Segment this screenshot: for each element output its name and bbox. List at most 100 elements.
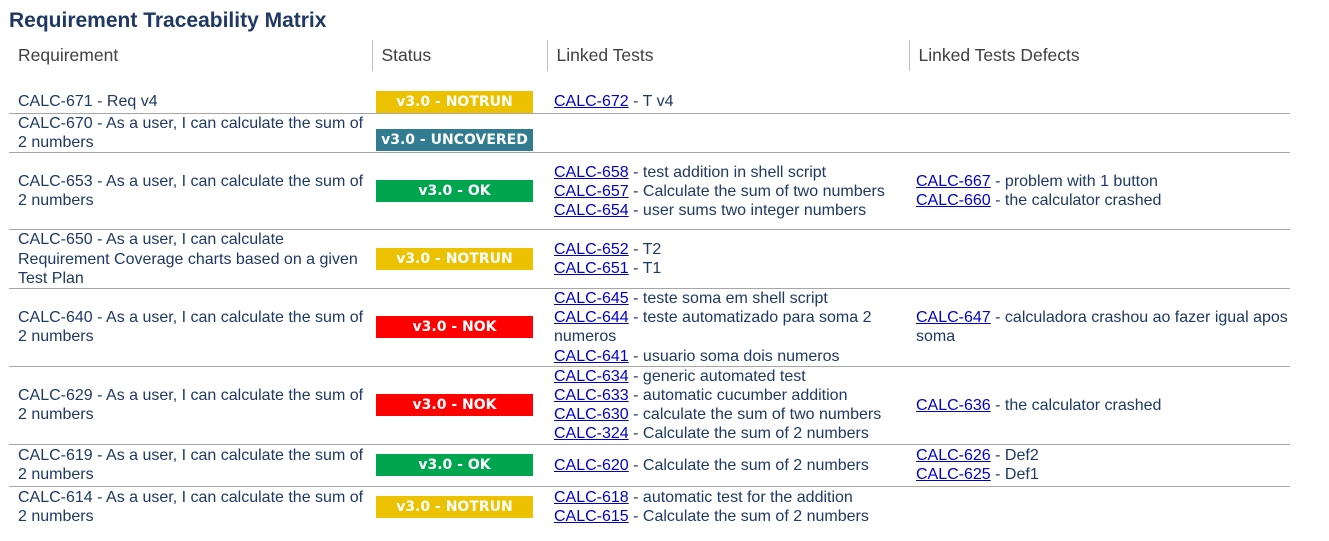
- status-badge: v3.0 - OK: [376, 180, 533, 203]
- linked-defects-cell: CALC-647 - calculadora crashou ao fazer …: [909, 289, 1290, 367]
- test-item: CALC-658 - test addition in shell script: [554, 163, 909, 182]
- test-summary: - automatic cucumber addition: [628, 387, 848, 405]
- test-link[interactable]: CALC-634: [554, 368, 629, 385]
- status-badge: v3.0 - NOTRUN: [376, 496, 533, 519]
- requirement-cell: CALC-650 - As a user, I can calculate Re…: [18, 231, 358, 287]
- linked-defects-cell: CALC-667 - problem with 1 button CALC-66…: [909, 153, 1290, 230]
- table-row: CALC-671 - Req v4 v3.0 - NOTRUN CALC-672…: [9, 71, 1290, 114]
- defect-link[interactable]: CALC-626: [916, 447, 991, 464]
- header-linked-defects: Linked Tests Defects: [908, 40, 1290, 71]
- test-summary: - usuario soma dois numeros: [628, 347, 840, 365]
- linked-tests-cell: CALC-645 - teste soma em shell script CA…: [547, 289, 909, 367]
- test-link[interactable]: CALC-652: [554, 241, 629, 258]
- traceability-table: Requirement Status Linked Tests Linked T…: [9, 40, 1290, 528]
- test-link[interactable]: CALC-324: [554, 425, 629, 442]
- status-cell: v3.0 - OK: [372, 153, 547, 230]
- linked-tests-cell: CALC-620 - Calculate the sum of 2 number…: [547, 444, 909, 486]
- table-row: CALC-619 - As a user, I can calculate th…: [9, 444, 1290, 487]
- linked-tests-cell: CALC-672 - T v4: [547, 71, 909, 114]
- test-item: CALC-651 - T1: [554, 259, 909, 278]
- status-badge: v3.0 - NOK: [376, 316, 533, 339]
- header-requirement: Requirement: [18, 44, 119, 65]
- test-summary: - Calculate the sum of two numbers: [628, 182, 885, 200]
- test-summary: - test addition in shell script: [628, 163, 827, 181]
- test-summary: - T2: [628, 241, 662, 258]
- linked-defects-cell: [909, 114, 1290, 153]
- status-cell: v3.0 - NOTRUN: [372, 71, 547, 114]
- defect-summary: - the calculator crashed: [990, 396, 1162, 414]
- test-item: CALC-324 - Calculate the sum of 2 number…: [554, 424, 909, 443]
- test-item: CALC-654 - user sums two integer numbers: [554, 201, 909, 220]
- defect-link[interactable]: CALC-647: [916, 309, 991, 326]
- defect-summary: - Def1: [990, 466, 1039, 484]
- requirement-cell: CALC-653 - As a user, I can calculate th…: [18, 173, 364, 210]
- requirement-cell: CALC-670 - As a user, I can calculate th…: [18, 115, 364, 152]
- test-item: CALC-644 - teste automatizado para soma …: [554, 308, 909, 346]
- test-item: CALC-672 - T v4: [554, 92, 909, 111]
- requirement-cell: CALC-619 - As a user, I can calculate th…: [18, 446, 364, 484]
- test-summary: - Calculate the sum of 2 numbers: [628, 425, 869, 443]
- table-row: CALC-614 - As a user, I can calculate th…: [9, 486, 1290, 528]
- test-summary: - T1: [628, 260, 662, 278]
- test-link[interactable]: CALC-630: [554, 406, 629, 423]
- test-item: CALC-630 - calculate the sum of two numb…: [554, 405, 909, 424]
- linked-defects-cell: [909, 71, 1290, 114]
- linked-defects-cell: CALC-636 - the calculator crashed: [909, 366, 1290, 444]
- test-summary: - Calculate the sum of 2 numbers: [628, 456, 869, 474]
- requirement-cell: CALC-671 - Req v4: [18, 93, 158, 111]
- status-badge: v3.0 - UNCOVERED: [376, 129, 533, 152]
- test-item: CALC-620 - Calculate the sum of 2 number…: [554, 456, 909, 475]
- test-item: CALC-634 - generic automated test: [554, 367, 909, 386]
- test-link[interactable]: CALC-657: [554, 183, 629, 200]
- status-cell: v3.0 - NOK: [372, 289, 547, 367]
- test-item: CALC-618 - automatic test for the additi…: [554, 488, 909, 507]
- linked-tests-cell: CALC-658 - test addition in shell script…: [547, 153, 909, 230]
- test-link[interactable]: CALC-620: [554, 457, 629, 474]
- requirement-cell: CALC-629 - As a user, I can calculate th…: [18, 387, 364, 424]
- linked-defects-cell: [909, 486, 1290, 528]
- test-link[interactable]: CALC-644: [554, 309, 629, 326]
- table-row: CALC-653 - As a user, I can calculate th…: [9, 153, 1290, 230]
- test-link[interactable]: CALC-615: [554, 508, 629, 525]
- status-badge: v3.0 - NOTRUN: [376, 91, 533, 113]
- header-status: Status: [371, 40, 547, 71]
- defect-item: CALC-647 - calculadora crashou ao fazer …: [916, 308, 1290, 346]
- table-row: CALC-640 - As a user, I can calculate th…: [9, 289, 1290, 367]
- requirement-cell: CALC-640 - As a user, I can calculate th…: [18, 309, 364, 346]
- test-link[interactable]: CALC-618: [554, 489, 629, 506]
- defect-item: CALC-667 - problem with 1 button: [916, 172, 1290, 191]
- linked-defects-cell: [909, 230, 1290, 289]
- test-link[interactable]: CALC-633: [554, 387, 629, 404]
- table-row: CALC-670 - As a user, I can calculate th…: [9, 114, 1290, 153]
- test-item: CALC-615 - Calculate the sum of 2 number…: [554, 507, 909, 526]
- defect-link[interactable]: CALC-660: [916, 192, 991, 209]
- test-item: CALC-641 - usuario soma dois numeros: [554, 347, 909, 366]
- test-link[interactable]: CALC-641: [554, 348, 629, 365]
- test-link[interactable]: CALC-658: [554, 164, 629, 181]
- test-item: CALC-645 - teste soma em shell script: [554, 289, 909, 308]
- defect-link[interactable]: CALC-636: [916, 397, 991, 414]
- table-row: CALC-629 - As a user, I can calculate th…: [9, 366, 1290, 445]
- table-row: CALC-650 - As a user, I can calculate Re…: [9, 230, 1290, 289]
- status-badge: v3.0 - NOK: [376, 394, 533, 417]
- status-badge: v3.0 - OK: [376, 454, 533, 477]
- status-cell: v3.0 - UNCOVERED: [372, 114, 547, 153]
- test-summary: - automatic test for the addition: [628, 489, 853, 507]
- test-link[interactable]: CALC-645: [554, 290, 629, 307]
- linked-tests-cell: CALC-618 - automatic test for the additi…: [547, 486, 909, 528]
- header-linked-tests: Linked Tests: [546, 40, 909, 71]
- test-link[interactable]: CALC-651: [554, 260, 629, 277]
- defect-link[interactable]: CALC-667: [916, 173, 991, 190]
- defect-link[interactable]: CALC-625: [916, 466, 991, 483]
- linked-defects-cell: CALC-626 - Def2 CALC-625 - Def1: [909, 444, 1290, 486]
- defect-item: CALC-626 - Def2: [916, 446, 1290, 465]
- test-link[interactable]: CALC-654: [554, 202, 629, 219]
- status-badge: v3.0 - NOTRUN: [376, 248, 533, 271]
- test-summary: - user sums two integer numbers: [628, 202, 867, 219]
- status-cell: v3.0 - NOTRUN: [372, 486, 547, 528]
- page-title: Requirement Traceability Matrix: [9, 9, 327, 32]
- test-link[interactable]: CALC-672: [554, 93, 629, 110]
- defect-item: CALC-625 - Def1: [916, 465, 1290, 484]
- test-summary: - T v4: [628, 93, 674, 111]
- defect-item: CALC-636 - the calculator crashed: [916, 396, 1290, 415]
